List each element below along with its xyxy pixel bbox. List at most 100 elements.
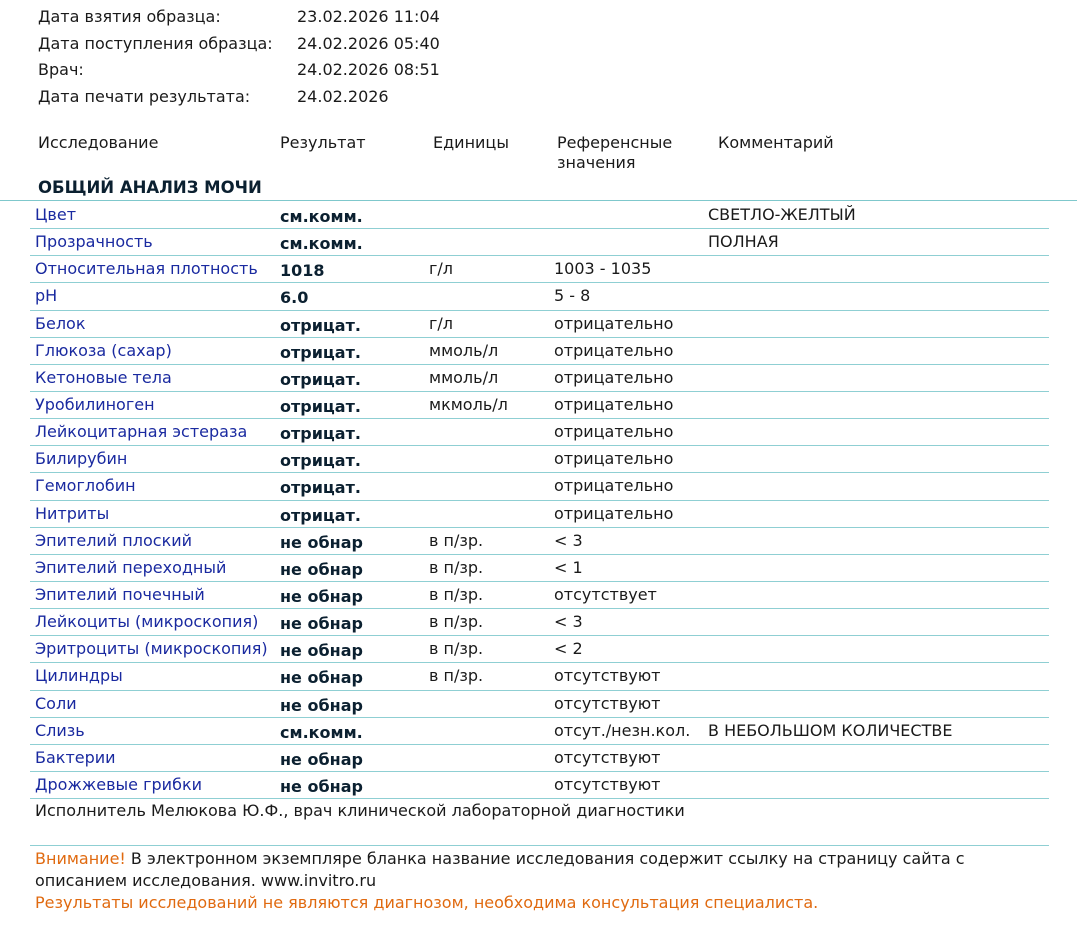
units-value: ммоль/л bbox=[429, 340, 499, 360]
units-value: в п/зр. bbox=[429, 612, 484, 632]
meta-value: 24.02.2026 05:40 bbox=[297, 33, 440, 53]
result-value: не обнар bbox=[280, 586, 363, 606]
result-value: не обнар bbox=[280, 749, 363, 769]
table-row: Белок отрицат. г/л отрицательно bbox=[30, 311, 1049, 338]
test-name[interactable]: Относительная плотность bbox=[35, 256, 258, 282]
warning-label: Внимание! bbox=[35, 849, 126, 868]
table-row: Бактерии не обнар отсутствуют bbox=[30, 745, 1049, 772]
table-row: pH 6.0 5 - 8 bbox=[30, 283, 1049, 311]
meta-row-receipt-date: Дата поступления образца: 24.02.2026 05:… bbox=[0, 31, 700, 58]
table-row: Дрожжевые грибки не обнар отсутствуют bbox=[30, 772, 1049, 800]
result-value: не обнар bbox=[280, 614, 363, 634]
table-row: Относительная плотность 1018 г/л 1003 - 103… bbox=[30, 256, 1049, 284]
reference-value: отсутствуют bbox=[554, 693, 661, 713]
test-name[interactable]: Цвет bbox=[35, 202, 76, 228]
result-value: отрицат. bbox=[280, 505, 361, 525]
comment-value: СВЕТЛО-ЖЕЛТЫЙ bbox=[708, 205, 856, 224]
meta-row-doctor: Врач: 24.02.2026 08:51 bbox=[0, 57, 700, 84]
test-name[interactable]: Лейкоцитарная эстераза bbox=[35, 419, 247, 445]
reference-value: < 1 bbox=[554, 557, 583, 577]
meta-value: 24.02.2026 bbox=[297, 86, 389, 106]
result-value: не обнар bbox=[280, 532, 363, 552]
units-value: г/л bbox=[429, 259, 454, 279]
result-value: отрицат. bbox=[280, 451, 361, 471]
table-row: Прозрачность см.комм. ПОЛНАЯ bbox=[30, 229, 1049, 257]
table-row: Слизь см.комм. отсут./незн.кол. В НЕБОЛЬШОМ… bbox=[30, 718, 1049, 745]
test-name[interactable]: Эритроциты (микроскопия) bbox=[35, 636, 268, 662]
test-name[interactable]: Кетоновые тела bbox=[35, 365, 172, 391]
disclaimer: Результаты исследований не являются диаг… bbox=[35, 893, 819, 912]
units-value: в п/зр. bbox=[429, 666, 484, 686]
reference-value: 1003 - 1035 bbox=[554, 259, 652, 279]
test-name[interactable]: Нитриты bbox=[35, 501, 109, 527]
test-name[interactable]: Лейкоциты (микроскопия) bbox=[35, 609, 258, 635]
test-name[interactable]: Бактерии bbox=[35, 745, 116, 771]
reference-value: отсутствует bbox=[554, 584, 657, 604]
units-value: в п/зр. bbox=[429, 584, 484, 604]
table-row: Уробилиноген отрицат. мкмоль/л отрицательно bbox=[30, 392, 1049, 420]
reference-value: отрицательно bbox=[554, 367, 674, 387]
reference-value: отрицательно bbox=[554, 313, 674, 333]
header-reference-line1: Референсные bbox=[557, 133, 673, 152]
reference-value: < 2 bbox=[554, 639, 583, 659]
sample-info: Дата взятия образца: 23.02.2026 11:04 Да… bbox=[0, 4, 700, 110]
test-name[interactable]: Глюкоза (сахар) bbox=[35, 338, 172, 364]
meta-row-print-date: Дата печати результата: 24.02.2026 bbox=[0, 84, 700, 111]
reference-value: отсутствуют bbox=[554, 666, 661, 686]
meta-label: Дата поступления образца: bbox=[38, 33, 273, 53]
result-value: отрицат. bbox=[280, 315, 361, 335]
test-name[interactable]: Белок bbox=[35, 311, 86, 337]
header-result: Результат bbox=[280, 133, 366, 152]
header-reference-line2: значения bbox=[557, 153, 636, 172]
meta-label: Дата взятия образца: bbox=[38, 7, 221, 26]
reference-value: 5 - 8 bbox=[554, 286, 591, 306]
test-name[interactable]: Эпителий переходный bbox=[35, 555, 226, 581]
result-value: см.комм. bbox=[280, 722, 363, 742]
result-value: отрицат. bbox=[280, 478, 361, 498]
table-row: Нитриты отрицат. отрицательно bbox=[30, 501, 1049, 528]
reference-value: отрицательно bbox=[554, 476, 674, 496]
result-value: отрицат. bbox=[280, 424, 361, 444]
test-name[interactable]: pH bbox=[35, 283, 57, 309]
table-row: Эпителий почечный не обнар в п/зр. отсутств… bbox=[30, 582, 1049, 610]
units-value: ммоль/л bbox=[429, 367, 499, 387]
test-name[interactable]: Соли bbox=[35, 691, 77, 717]
table-row: Гемоглобин отрицат. отрицательно bbox=[30, 473, 1049, 501]
table-row: Кетоновые тела отрицат. ммоль/л отрицательн… bbox=[30, 365, 1049, 392]
test-name[interactable]: Цилиндры bbox=[35, 663, 123, 689]
test-name[interactable]: Дрожжевые грибки bbox=[35, 772, 202, 798]
result-value: 1018 bbox=[280, 261, 325, 281]
meta-value: 24.02.2026 08:51 bbox=[297, 60, 440, 79]
test-name[interactable]: Слизь bbox=[35, 718, 85, 744]
units-value: г/л bbox=[429, 313, 454, 333]
header-test: Исследование bbox=[38, 133, 159, 152]
reference-value: отсутствуют bbox=[554, 774, 661, 794]
table-row: Соли не обнар отсутствуют bbox=[30, 691, 1049, 718]
section-title: ОБЩИЙ АНАЛИЗ МОЧИ bbox=[0, 176, 1077, 201]
notice-text: В электронном экземпляре бланка название… bbox=[35, 849, 965, 890]
test-name[interactable]: Прозрачность bbox=[35, 229, 153, 255]
results-table: Цвет см.комм. СВЕТЛО-ЖЕЛТЫЙ Прозрачность см.… bbox=[30, 202, 1049, 800]
result-value: 6.0 bbox=[280, 288, 309, 308]
comment-value: В НЕБОЛЬШОМ КОЛИЧЕСТВЕ bbox=[708, 720, 953, 740]
test-name[interactable]: Билирубин bbox=[35, 446, 127, 472]
reference-value: отрицательно bbox=[554, 503, 674, 523]
test-name[interactable]: Уробилиноген bbox=[35, 392, 155, 418]
test-name[interactable]: Гемоглобин bbox=[35, 473, 136, 499]
table-row: Билирубин отрицат. отрицательно bbox=[30, 446, 1049, 474]
result-value: отрицат. bbox=[280, 342, 361, 362]
test-name[interactable]: Эпителий плоский bbox=[35, 528, 192, 554]
result-value: не обнар bbox=[280, 641, 363, 661]
table-row: Лейкоцитарная эстераза отрицат. отрицатель… bbox=[30, 419, 1049, 447]
table-header: Исследование Результат Единицы Референсн… bbox=[0, 133, 1077, 177]
test-name[interactable]: Эпителий почечный bbox=[35, 582, 205, 608]
units-value: в п/зр. bbox=[429, 639, 484, 659]
table-row: Лейкоциты (микроскопия) не обнар в п/зр. < … bbox=[30, 609, 1049, 637]
table-row: Эпителий переходный не обнар в п/зр. < 1 bbox=[30, 555, 1049, 582]
reference-value: отсутствуют bbox=[554, 747, 661, 767]
result-value: не обнар bbox=[280, 668, 363, 688]
result-value: отрицат. bbox=[280, 369, 361, 389]
table-row: Эритроциты (микроскопия) не обнар в п/зр. <… bbox=[30, 636, 1049, 664]
meta-row-sample-date: Дата взятия образца: 23.02.2026 11:04 bbox=[0, 4, 700, 31]
reference-value: отрицательно bbox=[554, 340, 674, 360]
